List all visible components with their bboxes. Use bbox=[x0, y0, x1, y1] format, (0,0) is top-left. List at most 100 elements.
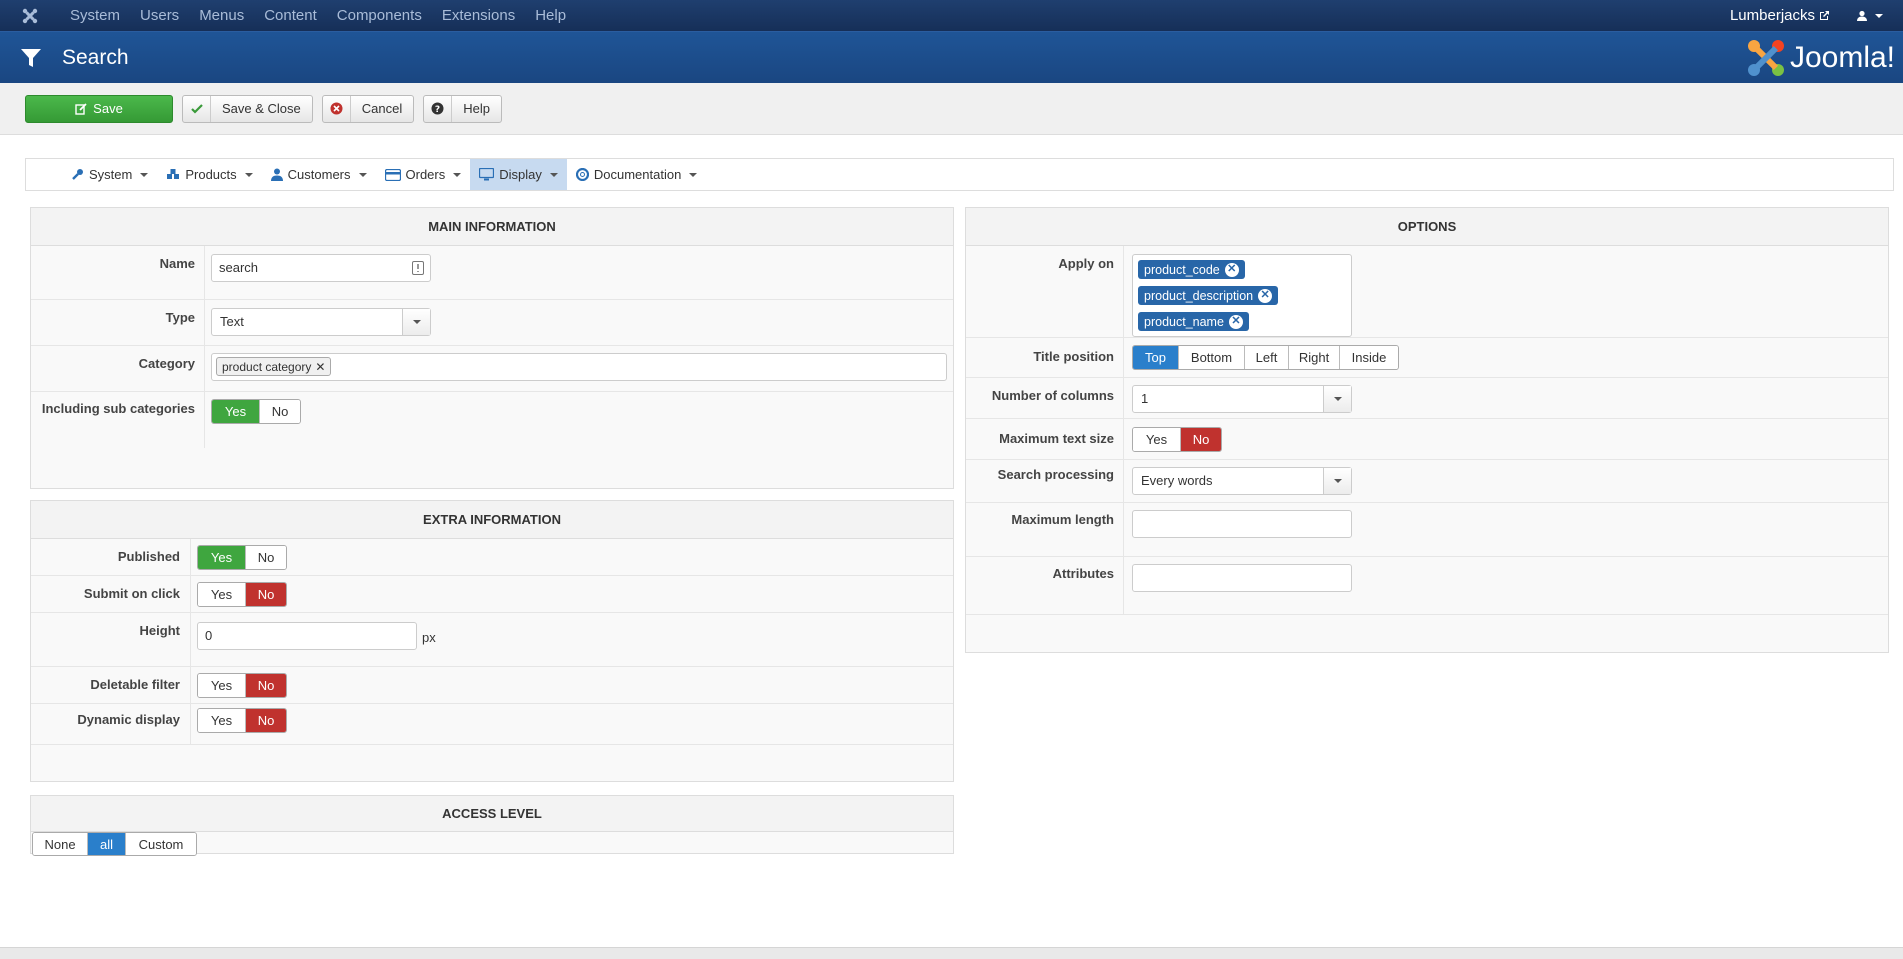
submenu-documentation[interactable]: Documentation bbox=[567, 159, 706, 190]
dynamic-display-toggle[interactable]: Yes No bbox=[197, 708, 287, 733]
submenu-orders[interactable]: Orders bbox=[376, 159, 471, 190]
dynamic-display-yes[interactable]: Yes bbox=[198, 709, 246, 732]
save-button[interactable]: Save bbox=[25, 94, 173, 123]
topnav-content[interactable]: Content bbox=[254, 0, 327, 31]
topnav-help[interactable]: Help bbox=[525, 0, 576, 31]
position-bottom[interactable]: Bottom bbox=[1179, 346, 1245, 369]
number-of-columns-select[interactable]: 1 bbox=[1132, 385, 1352, 413]
submenu-system[interactable]: System bbox=[62, 159, 157, 190]
max-text-size-toggle[interactable]: Yes No bbox=[1132, 427, 1222, 452]
row-category: Category product category ✕ bbox=[31, 346, 953, 392]
admin-top-nav: System Users Menus Content Components Ex… bbox=[0, 0, 1903, 31]
topnav-users[interactable]: Users bbox=[130, 0, 189, 31]
attributes-label: Attributes bbox=[1052, 566, 1114, 581]
number-of-columns-value: 1 bbox=[1141, 391, 1149, 406]
row-dynamic-display: Dynamic display Yes No bbox=[31, 704, 953, 745]
submenu-customers-label: Customers bbox=[287, 167, 351, 182]
status-footer bbox=[0, 947, 1903, 959]
toolbar: Save Save & Close Cancel ? Help bbox=[0, 83, 1903, 135]
position-inside[interactable]: Inside bbox=[1340, 346, 1398, 369]
access-all[interactable]: all bbox=[88, 833, 126, 855]
height-input-value: 0 bbox=[205, 628, 213, 643]
site-link[interactable]: Lumberjacks bbox=[1730, 7, 1830, 24]
sub-categories-label: Including sub categories bbox=[41, 401, 195, 416]
submit-on-click-no[interactable]: No bbox=[246, 583, 286, 606]
search-processing-select[interactable]: Every words bbox=[1132, 467, 1352, 495]
topnav-system[interactable]: System bbox=[60, 0, 130, 31]
edit-icon bbox=[75, 102, 87, 115]
row-submit-on-click: Submit on click Yes No bbox=[31, 576, 953, 613]
submit-on-click-yes[interactable]: Yes bbox=[198, 583, 246, 606]
chevron-down-icon bbox=[244, 172, 253, 177]
chevron-down-icon bbox=[549, 172, 558, 177]
max-text-size-no[interactable]: No bbox=[1181, 428, 1221, 451]
sub-categories-no[interactable]: No bbox=[260, 400, 300, 423]
topnav-extensions[interactable]: Extensions bbox=[432, 0, 525, 31]
remove-chip-icon[interactable]: ✕ bbox=[315, 360, 325, 374]
position-left[interactable]: Left bbox=[1245, 346, 1289, 369]
submenu-display-label: Display bbox=[499, 167, 542, 182]
type-select[interactable]: Text bbox=[211, 308, 431, 336]
submenu-orders-label: Orders bbox=[405, 167, 446, 182]
type-label: Type bbox=[165, 310, 195, 325]
published-yes[interactable]: Yes bbox=[198, 546, 246, 569]
remove-tag-icon[interactable]: ✕ bbox=[1258, 288, 1273, 303]
submenu-customers[interactable]: Customers bbox=[262, 159, 376, 190]
title-position-label: Title position bbox=[1033, 349, 1114, 364]
apply-on-tag: product_description ✕ bbox=[1138, 286, 1279, 305]
chevron-down-icon bbox=[1875, 13, 1883, 18]
access-custom[interactable]: Custom bbox=[126, 833, 196, 855]
row-attributes: Attributes bbox=[966, 557, 1888, 615]
deletable-filter-yes[interactable]: Yes bbox=[198, 674, 246, 697]
topnav-menus[interactable]: Menus bbox=[189, 0, 254, 31]
access-none[interactable]: None bbox=[33, 833, 88, 855]
sub-categories-yes[interactable]: Yes bbox=[212, 400, 260, 423]
published-no[interactable]: No bbox=[246, 546, 286, 569]
deletable-filter-no[interactable]: No bbox=[246, 674, 286, 697]
height-unit: px bbox=[422, 630, 436, 645]
cancel-circle-icon bbox=[323, 95, 351, 122]
save-label: Save bbox=[93, 101, 123, 116]
type-dropdown-toggle[interactable] bbox=[402, 309, 430, 335]
submenu-products-label: Products bbox=[185, 167, 237, 182]
apply-on-multiselect[interactable]: product_code ✕ product_description ✕ produ… bbox=[1132, 254, 1352, 337]
search-processing-dropdown-toggle[interactable] bbox=[1323, 468, 1351, 494]
credit-card-icon bbox=[384, 168, 401, 181]
number-of-columns-dropdown-toggle[interactable] bbox=[1323, 386, 1351, 412]
cancel-button[interactable]: Cancel bbox=[321, 94, 415, 123]
sub-categories-toggle[interactable]: Yes No bbox=[211, 399, 301, 424]
main-information-panel: MAIN INFORMATION Name search Type Text C… bbox=[30, 207, 954, 489]
check-icon bbox=[183, 95, 211, 122]
deletable-filter-toggle[interactable]: Yes No bbox=[197, 673, 287, 698]
access-level-toggle[interactable]: None all Custom bbox=[32, 832, 197, 856]
submit-on-click-label: Submit on click bbox=[83, 586, 180, 601]
help-button[interactable]: ? Help bbox=[423, 94, 502, 123]
save-close-button[interactable]: Save & Close bbox=[182, 94, 313, 123]
position-right[interactable]: Right bbox=[1289, 346, 1340, 369]
published-toggle[interactable]: Yes No bbox=[197, 545, 287, 570]
name-input[interactable]: search bbox=[211, 254, 431, 282]
submenu-products[interactable]: Products bbox=[157, 159, 261, 190]
submenu-display[interactable]: Display bbox=[470, 159, 567, 190]
position-top[interactable]: Top bbox=[1133, 346, 1179, 369]
remove-tag-icon[interactable]: ✕ bbox=[1224, 262, 1239, 277]
extra-information-title: EXTRA INFORMATION bbox=[31, 501, 953, 539]
topnav-components[interactable]: Components bbox=[327, 0, 432, 31]
monitor-icon bbox=[479, 168, 495, 181]
user-menu[interactable] bbox=[1856, 10, 1883, 22]
filter-icon bbox=[20, 47, 54, 69]
wrench-icon bbox=[72, 169, 83, 180]
submenu-documentation-label: Documentation bbox=[593, 167, 682, 182]
remove-tag-icon[interactable]: ✕ bbox=[1228, 314, 1243, 329]
dynamic-display-no[interactable]: No bbox=[246, 709, 286, 732]
joomla-small-logo-icon[interactable] bbox=[0, 0, 60, 31]
max-text-size-yes[interactable]: Yes bbox=[1133, 428, 1181, 451]
submit-on-click-toggle[interactable]: Yes No bbox=[197, 582, 287, 607]
title-position-toggle[interactable]: Top Bottom Left Right Inside bbox=[1132, 345, 1399, 370]
attributes-input[interactable] bbox=[1132, 564, 1352, 592]
category-input[interactable]: product category ✕ bbox=[211, 353, 947, 381]
category-label: Category bbox=[138, 356, 195, 371]
max-length-input[interactable] bbox=[1132, 510, 1352, 538]
chevron-down-icon bbox=[412, 320, 421, 324]
height-input[interactable]: 0 bbox=[197, 622, 417, 650]
